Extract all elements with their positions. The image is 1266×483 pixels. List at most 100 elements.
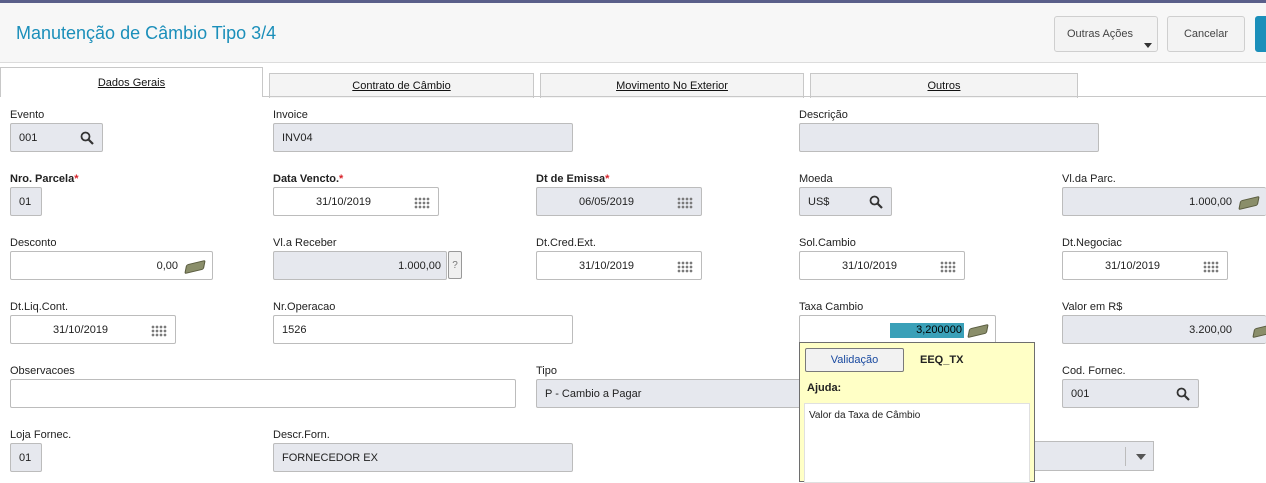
dropdown-divider (1125, 447, 1126, 466)
nro-parcela-field[interactable]: 01 (10, 187, 42, 216)
search-icon[interactable] (869, 195, 883, 209)
data-vencto-label: Data Vencto.* (273, 173, 344, 185)
valor-rs-label: Valor em R$ (1062, 301, 1123, 313)
loja-fornec-field[interactable]: 01 (10, 443, 42, 472)
calendar-icon[interactable] (1203, 261, 1219, 273)
dropdown-select[interactable] (1030, 441, 1154, 471)
vl-parc-field[interactable]: 1.000,00 (1062, 187, 1266, 216)
help-button[interactable]: ? (448, 251, 462, 279)
evento-label: Evento (10, 109, 45, 121)
chevron-down-icon[interactable] (1136, 454, 1146, 460)
invoice-label: Invoice (273, 109, 308, 121)
valor-rs-field[interactable]: 3.200,00 (1062, 315, 1266, 344)
descr-forn-label: Descr.Forn. (273, 429, 330, 441)
page-title: Manutenção de Câmbio Tipo 3/4 (16, 23, 277, 43)
tipo-select[interactable]: P - Cambio a Pagar (536, 379, 806, 408)
calendar-icon[interactable] (677, 197, 693, 209)
tab-movimento-no-exterior[interactable]: Movimento No Exterior (540, 73, 804, 98)
cancelar-button[interactable]: Cancelar (1167, 16, 1245, 52)
money-icon[interactable] (967, 323, 989, 339)
vl-receber-value: 1.000,00 (398, 260, 441, 272)
tipo-label: Tipo (536, 365, 557, 377)
tab-outros[interactable]: Outros (810, 73, 1078, 98)
dt-emissa-value: 06/05/2019 (579, 196, 635, 208)
help-field-code: EEQ_TX (920, 354, 964, 366)
money-icon[interactable] (1252, 323, 1266, 339)
nro-parcela-value: 01 (19, 196, 32, 208)
taxa-cambio-label: Taxa Cambio (799, 301, 864, 313)
sol-cambio-field[interactable]: 31/10/2019 (799, 251, 965, 280)
nro-parcela-label: Nro. Parcela* (10, 173, 79, 185)
tabs-divider (263, 96, 1266, 97)
calendar-icon[interactable] (940, 261, 956, 273)
loja-fornec-value: 01 (19, 452, 32, 464)
loja-fornec-label: Loja Fornec. (10, 429, 72, 441)
desconto-field[interactable]: 0,00 (10, 251, 213, 280)
dt-liq-cont-value: 31/10/2019 (53, 324, 109, 336)
invoice-field[interactable]: INV04 (273, 123, 573, 152)
dt-cred-ext-value: 31/10/2019 (579, 260, 635, 272)
vl-parc-label: Vl.da Parc. (1062, 173, 1116, 185)
money-icon[interactable] (184, 259, 206, 275)
outras-acoes-label: Outras Ações (1067, 28, 1134, 40)
valor-rs-value: 3.200,00 (1189, 324, 1232, 336)
help-text: Valor da Taxa de Câmbio (804, 403, 1030, 483)
sol-cambio-value: 31/10/2019 (842, 260, 898, 272)
validacao-button[interactable]: Validação (805, 348, 904, 372)
invoice-value: INV04 (282, 132, 313, 144)
tipo-value: P - Cambio a Pagar (545, 388, 642, 400)
calendar-icon[interactable] (414, 197, 430, 209)
dt-liq-cont-field[interactable]: 31/10/2019 (10, 315, 176, 344)
observacoes-field[interactable] (10, 379, 516, 408)
cancelar-label: Cancelar (1183, 28, 1229, 40)
observacoes-label: Observacoes (10, 365, 75, 377)
descr-forn-value: FORNECEDOR EX (282, 452, 378, 464)
dt-emissa-label: Dt de Emissa* (536, 173, 610, 185)
tab-contrato-de-cambio[interactable]: Contrato de Câmbio (269, 73, 534, 98)
descricao-field[interactable] (799, 123, 1099, 152)
moeda-value: US$ (808, 196, 830, 208)
cod-fornec-field[interactable]: 001 (1062, 379, 1199, 408)
taxa-cambio-value: 3,200000 (890, 323, 964, 338)
money-icon[interactable] (1238, 195, 1260, 211)
confirm-button[interactable] (1255, 16, 1266, 52)
dt-negociac-field[interactable]: 31/10/2019 (1062, 251, 1228, 280)
dt-cred-ext-field[interactable]: 31/10/2019 (536, 251, 702, 280)
help-tooltip: Validação EEQ_TX Ajuda: Valor da Taxa de… (799, 342, 1035, 483)
sol-cambio-label: Sol.Cambio (799, 237, 856, 249)
tab-dados-gerais[interactable]: Dados Gerais (0, 67, 263, 97)
vl-receber-field[interactable]: 1.000,00 (273, 251, 447, 280)
dt-negociac-value: 31/10/2019 (1105, 260, 1161, 272)
evento-field[interactable]: 001 (10, 123, 103, 152)
desconto-value: 0,00 (156, 260, 178, 272)
data-vencto-field[interactable]: 31/10/2019 (273, 187, 439, 216)
dt-negociac-label: Dt.Negociac (1062, 237, 1122, 249)
tab-label: Outros (927, 80, 961, 92)
nr-operacao-value: 1526 (282, 324, 307, 336)
cod-fornec-label: Cod. Fornec. (1062, 365, 1126, 377)
nr-operacao-label: Nr.Operacao (273, 301, 336, 313)
search-icon[interactable] (80, 131, 94, 145)
dt-emissa-field[interactable]: 06/05/2019 (536, 187, 702, 216)
tab-label: Contrato de Câmbio (352, 80, 451, 92)
help-ajuda-label: Ajuda: (807, 382, 842, 394)
dt-cred-ext-label: Dt.Cred.Ext. (536, 237, 596, 249)
outras-acoes-button[interactable]: Outras Ações (1054, 16, 1158, 52)
cod-fornec-value: 001 (1071, 388, 1090, 400)
calendar-icon[interactable] (677, 261, 693, 273)
nr-operacao-field[interactable]: 1526 (273, 315, 573, 344)
moeda-field[interactable]: US$ (799, 187, 892, 216)
descricao-label: Descrição (799, 109, 848, 121)
data-vencto-value: 31/10/2019 (316, 196, 372, 208)
header-bar: Manutenção de Câmbio Tipo 3/4 Outras Açõ… (0, 3, 1266, 63)
evento-value: 001 (19, 132, 38, 144)
vl-parc-value: 1.000,00 (1189, 196, 1232, 208)
taxa-cambio-field[interactable]: 3,200000 (799, 315, 996, 344)
dt-liq-cont-label: Dt.Liq.Cont. (10, 301, 69, 313)
calendar-icon[interactable] (151, 325, 167, 337)
chevron-down-icon (1144, 43, 1152, 48)
tab-label: Dados Gerais (97, 76, 166, 89)
descr-forn-field[interactable]: FORNECEDOR EX (273, 443, 573, 472)
search-icon[interactable] (1176, 387, 1190, 401)
tab-label: Movimento No Exterior (616, 80, 728, 92)
